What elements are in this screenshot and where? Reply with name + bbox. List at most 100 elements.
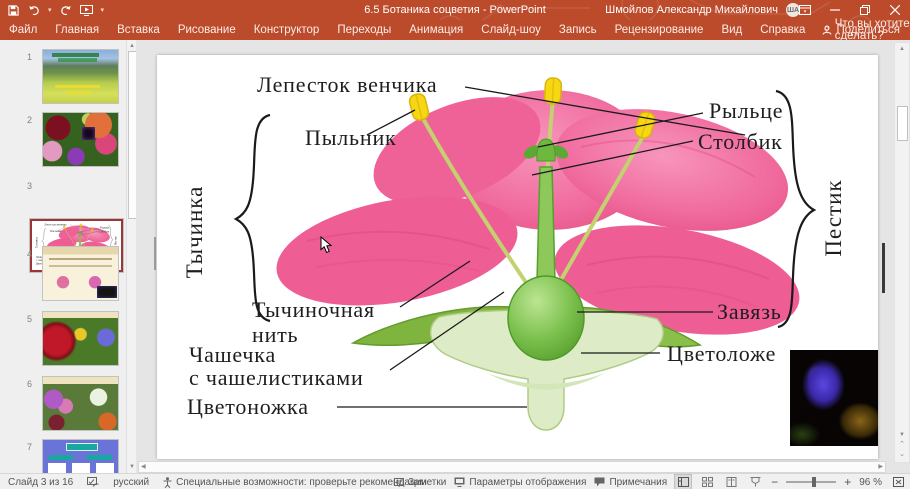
tab-help[interactable]: Справка: [751, 20, 814, 40]
artifact-line-left: [154, 237, 156, 270]
tab-draw[interactable]: Рисование: [169, 20, 245, 40]
tab-insert[interactable]: Вставка: [108, 20, 169, 40]
video-overlay[interactable]: [790, 350, 878, 446]
decor-bar: [49, 257, 112, 260]
tab-record[interactable]: Запись: [550, 20, 606, 40]
zoom-out-button[interactable]: −: [771, 475, 778, 489]
quick-access-toolbar: ▾ ▾: [6, 0, 104, 20]
person-icon: [822, 25, 833, 35]
reading-view-button[interactable]: [723, 475, 739, 489]
spell-check-icon[interactable]: [87, 477, 99, 487]
notes-label: Заметки: [408, 476, 447, 488]
embedded-video-thumb: [97, 286, 117, 298]
tab-design[interactable]: Конструктор: [245, 20, 329, 40]
decor-bar: [65, 442, 98, 451]
language-indicator[interactable]: русский: [113, 477, 149, 488]
tab-review[interactable]: Рецензирование: [606, 20, 713, 40]
display-settings-label: Параметры отображения: [469, 476, 587, 488]
undo-icon[interactable]: [27, 3, 41, 17]
accessibility-label: Специальные возможности: проверьте реком…: [176, 476, 427, 488]
comment-icon: [594, 477, 605, 487]
start-slideshow-icon[interactable]: [80, 3, 94, 17]
decor-box: [71, 463, 90, 473]
slide-thumbnail-panel: 1 2 3 4 5 6 7: [0, 40, 126, 473]
display-settings-button[interactable]: Параметры отображения: [454, 477, 586, 488]
share-button[interactable]: Поделиться: [822, 20, 900, 40]
slide-thumbnail-2[interactable]: [43, 113, 118, 166]
slide-canvas: ▲ ▼ ⌃ ⌄ ◀ ▶: [136, 40, 910, 473]
title-bar: ▾ ▾ 6.5 Ботаника соцветия - PowerPoint Ш…: [0, 0, 910, 40]
scroll-left-icon[interactable]: ◀: [141, 463, 146, 470]
zoom-level[interactable]: 96 %: [859, 477, 882, 488]
undo-dropdown-icon[interactable]: ▾: [48, 7, 52, 14]
zoom-slider-thumb[interactable]: [812, 477, 817, 487]
scroll-down-icon[interactable]: ▼: [895, 432, 909, 438]
slide-thumbnail-7[interactable]: [43, 440, 118, 473]
close-button[interactable]: [880, 0, 910, 20]
tab-transitions[interactable]: Переходы: [328, 20, 400, 40]
notes-icon: [394, 478, 405, 486]
current-slide[interactable]: [157, 55, 878, 459]
embedded-video-thumb: [82, 126, 95, 140]
comments-button[interactable]: Примечания: [594, 477, 667, 488]
minimize-button[interactable]: [820, 0, 850, 20]
monitor-icon: [454, 477, 465, 487]
zoom-in-button[interactable]: +: [844, 475, 851, 489]
slide-thumbnail-1[interactable]: [43, 50, 118, 103]
ribbon-display-options-icon[interactable]: [790, 0, 820, 20]
powerpoint-window: Лепесток венчика Пыльник Рыльце Столбик …: [0, 0, 910, 489]
tab-view[interactable]: Вид: [712, 20, 751, 40]
share-label: Поделиться: [836, 24, 900, 36]
tab-home[interactable]: Главная: [46, 20, 108, 40]
fit-slide-to-window-button[interactable]: [890, 475, 906, 489]
slide-thumbnail-6[interactable]: [43, 377, 118, 430]
scroll-up-icon[interactable]: ▲: [895, 46, 909, 52]
decor-flower: [52, 274, 74, 291]
tab-file[interactable]: Файл: [0, 20, 46, 40]
decor-bar: [49, 455, 73, 461]
slide-number-5: 5: [26, 314, 32, 324]
save-icon[interactable]: [6, 3, 20, 17]
slide-number-2: 2: [26, 115, 32, 125]
normal-view-button[interactable]: [675, 475, 692, 489]
restore-button[interactable]: [850, 0, 880, 20]
notes-button[interactable]: Заметки: [394, 477, 446, 488]
customize-qat-icon[interactable]: ▾: [101, 7, 105, 14]
slideshow-view-button[interactable]: [747, 475, 763, 489]
slide-number-1: 1: [26, 52, 32, 62]
slide-number-7: 7: [26, 442, 32, 452]
previous-slide-icon[interactable]: ⌃: [895, 441, 909, 448]
slide-number-3: 3: [26, 181, 32, 191]
artifact-line-right: [882, 243, 885, 293]
comments-label: Примечания: [609, 476, 668, 488]
flower-diagram: [180, 70, 848, 432]
slide-thumbnail-4[interactable]: [43, 247, 118, 300]
ribbon-tabs: Файл Главная Вставка Рисование Конструкт…: [0, 18, 910, 42]
mouse-cursor: [320, 236, 332, 254]
decor-box: [47, 463, 66, 473]
slide-number-4: 4: [26, 249, 32, 259]
vertical-scrollbar[interactable]: ▲ ▼ ⌃ ⌄: [894, 42, 910, 463]
user-name[interactable]: Шмойлов Александр Михайлович: [605, 0, 778, 20]
slide-thumbnail-5[interactable]: [43, 312, 118, 365]
slide-counter[interactable]: Слайд 3 из 16: [8, 477, 73, 488]
decor-bar: [55, 84, 100, 88]
decor-box: [95, 463, 114, 473]
decor-bar: [65, 91, 91, 95]
decor-bar: [58, 58, 97, 63]
window-controls: [790, 0, 910, 20]
slide-number-6: 6: [26, 379, 32, 389]
redo-icon[interactable]: [59, 3, 73, 17]
scroll-right-icon[interactable]: ▶: [878, 463, 883, 470]
scrollbar-thumb[interactable]: [897, 106, 908, 141]
next-slide-icon[interactable]: ⌄: [895, 451, 909, 458]
horizontal-scrollbar[interactable]: ◀ ▶: [138, 461, 886, 473]
decor-bar: [49, 265, 112, 268]
zoom-slider[interactable]: [786, 477, 837, 487]
slide-sorter-view-button[interactable]: [699, 475, 715, 489]
status-bar: Слайд 3 из 16 русский Специальные возмож…: [0, 473, 910, 489]
tab-slideshow[interactable]: Слайд-шоу: [472, 20, 550, 40]
tab-animations[interactable]: Анимация: [400, 20, 472, 40]
decor-bar: [86, 455, 112, 461]
accessibility-status[interactable]: Специальные возможности: проверьте реком…: [163, 477, 427, 488]
